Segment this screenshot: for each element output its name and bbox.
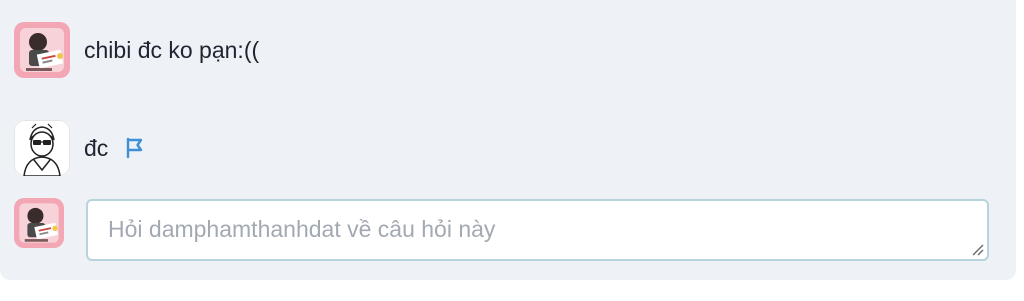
comment-text: chibi đc ko pạn:((	[84, 36, 260, 63]
reply-input[interactable]	[88, 201, 987, 259]
flag-icon[interactable]	[122, 136, 146, 160]
avatar-image	[14, 120, 70, 176]
resize-grip-icon[interactable]	[970, 242, 984, 256]
reply-input-container	[86, 199, 989, 261]
comment-thread: chibi đc ko pạn:(( đc	[0, 0, 1016, 280]
user-avatar-pink[interactable]	[14, 22, 70, 78]
current-user-avatar	[14, 198, 64, 248]
comment-item: chibi đc ko pạn:((	[14, 22, 259, 78]
avatar-image	[14, 22, 70, 78]
comment-item: đc	[14, 120, 146, 176]
comment-text: đc	[84, 134, 109, 161]
avatar-image	[14, 198, 64, 248]
reply-row	[14, 198, 64, 248]
user-avatar-sketch[interactable]	[14, 120, 70, 176]
